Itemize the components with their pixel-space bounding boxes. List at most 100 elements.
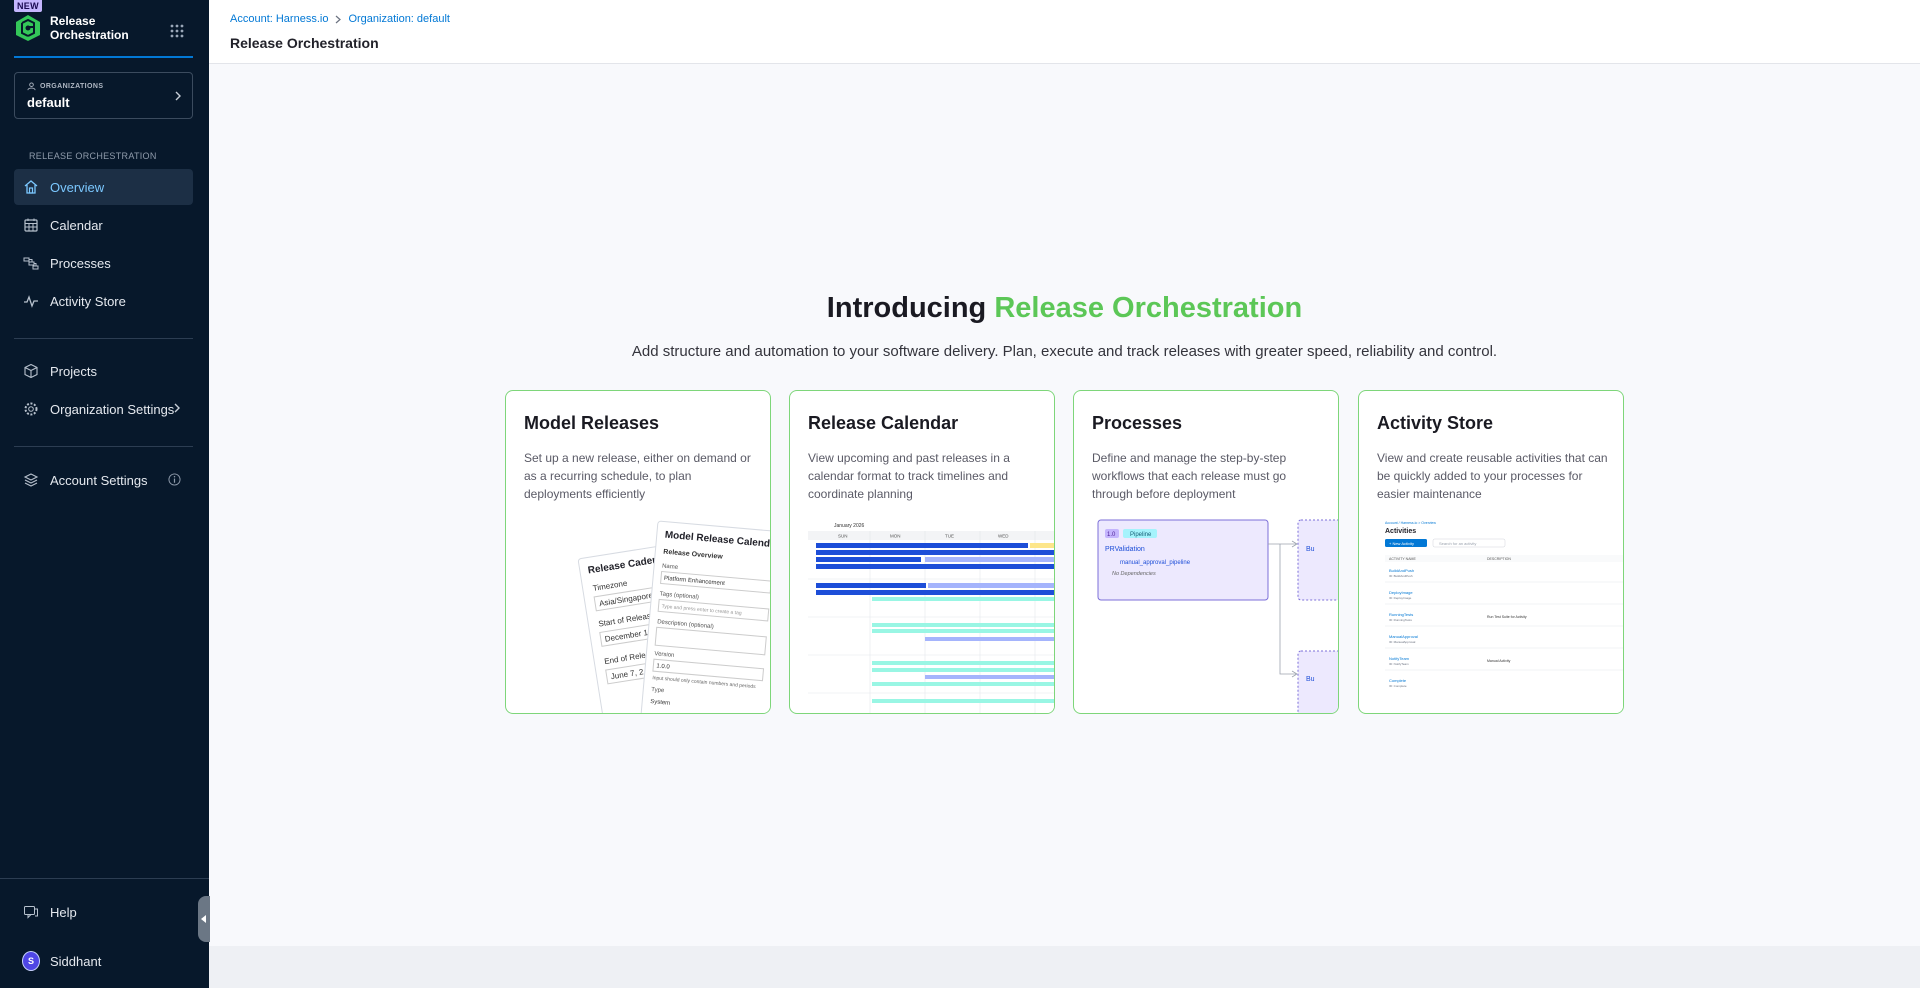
svg-text:ID: ManualApproval: ID: ManualApproval (1389, 640, 1416, 644)
svg-text:ID: BuildAndPush: ID: BuildAndPush (1389, 574, 1413, 578)
chevron-right-icon (174, 403, 180, 413)
svg-text:WED: WED (998, 534, 1009, 539)
footer-band (209, 946, 1920, 988)
sidebar-item-label: Processes (50, 255, 111, 271)
module-name: Release Orchestration (50, 14, 129, 42)
new-badge: NEW (14, 0, 42, 12)
chevron-right-icon (175, 91, 181, 101)
module-brand[interactable]: Release Orchestration (14, 14, 150, 42)
breadcrumb-account-link[interactable]: Account: Harness.io (230, 13, 328, 25)
svg-text:RunningTests: RunningTests (1389, 612, 1413, 617)
hero-title-accent: Release Orchestration (994, 292, 1303, 324)
svg-text:ACTIVITY NAME: ACTIVITY NAME (1389, 557, 1416, 561)
model-releases-preview: Release Cadence Timezone Asia/Singapore … (577, 520, 770, 713)
sidebar-item-account-settings[interactable]: Account Settings (14, 462, 193, 498)
svg-text:BuildAndPush: BuildAndPush (1389, 568, 1414, 573)
page-header: Account: Harness.io Organization: defaul… (209, 0, 1920, 64)
user-group-icon (27, 82, 36, 91)
svg-text:Bu: Bu (1306, 546, 1315, 553)
calendar-month: January 2026 (834, 523, 865, 529)
svg-text:SUN: SUN (838, 534, 848, 539)
card-release-calendar[interactable]: Release Calendar View upcoming and past … (789, 390, 1055, 714)
sidebar-item-label: Calendar (50, 217, 103, 233)
card-description: Define and manage the step-by-step workf… (1092, 451, 1287, 501)
svg-text:manual_approval_pipeline: manual_approval_pipeline (1120, 560, 1191, 566)
svg-text:TUE: TUE (945, 534, 954, 539)
hero-subtitle: Add structure and automation to your sof… (631, 343, 1498, 360)
svg-text:Account / Harness.io > Overvie: Account / Harness.io > Overview (1385, 521, 1436, 525)
sidebar-collapse-toggle[interactable] (198, 896, 210, 942)
svg-text:Bu: Bu (1306, 676, 1315, 683)
sidebar-item-projects[interactable]: Projects (14, 353, 193, 389)
svg-text:ID: DeployImage: ID: DeployImage (1389, 596, 1412, 600)
stage-name: PRValidation (1105, 546, 1145, 553)
svg-text:DeployImage: DeployImage (1389, 590, 1413, 595)
svg-text:Type: Type (651, 687, 665, 694)
section-label: RELEASE ORCHESTRATION (29, 151, 157, 161)
card-model-releases[interactable]: Model Releases Set up a new release, eit… (505, 390, 771, 714)
sidebar-item-label: Overview (50, 179, 105, 195)
svg-text:No Dependencies: No Dependencies (1112, 571, 1156, 577)
breadcrumb: Account: Harness.io Organization: defaul… (230, 13, 450, 25)
sidebar-item-overview[interactable]: Overview (14, 169, 193, 205)
sidebar-item-label: Help (50, 904, 77, 920)
layers-icon (23, 473, 39, 487)
svg-text:DESCRIPTION: DESCRIPTION (1487, 557, 1511, 561)
sidebar-item-label: Organization Settings (50, 401, 175, 417)
activity-icon (24, 295, 38, 308)
svg-text:Activities: Activities (1385, 528, 1416, 535)
brand-underline (14, 56, 193, 58)
divider (0, 878, 209, 879)
sidebar-item-label: Projects (50, 363, 97, 379)
svg-text:Pipeline: Pipeline (1130, 532, 1152, 538)
svg-text:+ New Activity: + New Activity (1389, 541, 1414, 546)
apps-grid-icon[interactable] (170, 24, 184, 38)
svg-text:Search for an activity: Search for an activity (1439, 541, 1476, 546)
organization-value: default (27, 95, 70, 110)
organization-selector[interactable]: ORGANIZATIONS default (14, 72, 193, 119)
card-processes[interactable]: Processes Define and manage the step-by-… (1073, 390, 1339, 714)
hero-title: Introducing Release Orchestration (209, 292, 1920, 325)
sidebar-item-label: Activity Store (50, 293, 126, 309)
svg-text:ID: Complete: ID: Complete (1389, 684, 1407, 688)
card-description: View and create reusable activities that… (1377, 451, 1608, 501)
help-chat-icon (24, 906, 38, 919)
release-orchestration-logo-icon (16, 15, 40, 41)
caret-left-icon (201, 915, 206, 923)
card-title: Activity Store (1377, 413, 1494, 433)
page-title: Release Orchestration (230, 35, 379, 51)
home-icon (24, 180, 38, 194)
card-title: Release Calendar (808, 413, 959, 433)
sidebar-item-help[interactable]: Help (14, 894, 193, 930)
activity-store-preview: Account / Harness.io > Overview Activiti… (1377, 519, 1623, 713)
sidebar-item-label: Account Settings (50, 472, 148, 488)
sidebar-item-calendar[interactable]: Calendar (14, 207, 193, 243)
organization-caption: ORGANIZATIONS (40, 83, 104, 90)
svg-text:MON: MON (890, 534, 901, 539)
divider (14, 338, 193, 339)
user-profile[interactable]: S Siddhant (14, 943, 193, 979)
gear-icon (24, 402, 38, 416)
card-activity-store[interactable]: Activity Store View and create reusable … (1358, 390, 1624, 714)
release-calendar-preview: January 2026 SUN MON TUE WED (808, 519, 1054, 713)
info-icon[interactable] (168, 473, 181, 486)
divider (14, 446, 193, 447)
svg-text:1.0.0: 1.0.0 (656, 663, 670, 670)
svg-text:ManualApproval: ManualApproval (1389, 634, 1418, 639)
svg-text:ID: RunningTests: ID: RunningTests (1389, 618, 1412, 622)
card-title: Processes (1092, 413, 1183, 433)
cube-icon (24, 363, 38, 379)
svg-text:Complete: Complete (1389, 678, 1407, 683)
user-name: Siddhant (50, 953, 102, 969)
svg-text:1.0: 1.0 (1107, 532, 1116, 538)
process-icon (23, 257, 39, 270)
calendar-icon (24, 218, 38, 232)
breadcrumb-organization-link[interactable]: Organization: default (348, 13, 450, 25)
sidebar-item-organization-settings[interactable]: Organization Settings (14, 391, 193, 427)
avatar: S (22, 951, 40, 971)
svg-text:Manual Activity: Manual Activity (1487, 659, 1511, 663)
sidebar-item-processes[interactable]: Processes (14, 245, 193, 281)
svg-text:ID: NotifyTeam: ID: NotifyTeam (1389, 662, 1409, 666)
sidebar-item-activity-store[interactable]: Activity Store (14, 283, 193, 319)
chevron-right-icon (336, 15, 342, 23)
